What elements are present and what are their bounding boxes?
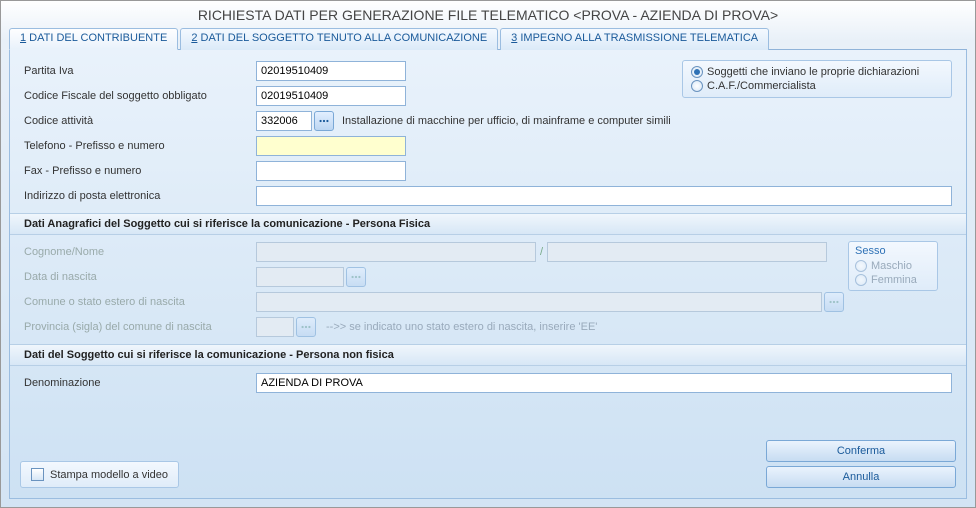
checkbox-icon xyxy=(31,468,44,481)
tab-label: IMPEGNO ALLA TRASMISSIONE TELEMATICA xyxy=(517,32,758,44)
codice-fiscale-label: Codice Fiscale del soggetto obbligato xyxy=(24,90,256,102)
sender-option-caf[interactable]: C.A.F./Commercialista xyxy=(691,79,943,93)
telefono-input[interactable] xyxy=(256,136,406,156)
tab-content: Soggetti che inviano le proprie dichiara… xyxy=(9,50,967,499)
cognome-input xyxy=(256,242,536,262)
tab-impegno-trasmissione[interactable]: 3 IMPEGNO ALLA TRASMISSIONE TELEMATICA xyxy=(500,28,769,50)
ellipsis-icon xyxy=(350,274,362,280)
radio-icon xyxy=(855,274,867,286)
sender-type-group: Soggetti che inviano le proprie dichiara… xyxy=(682,60,952,98)
comune-nascita-label: Comune o stato estero di nascita xyxy=(24,296,256,308)
lookup-comune-button xyxy=(824,292,844,312)
telefono-label: Telefono - Prefisso e numero xyxy=(24,140,256,152)
confirm-button[interactable]: Conferma xyxy=(766,440,956,462)
sesso-maschio[interactable]: Maschio xyxy=(855,259,931,273)
bottom-bar: Stampa modello a video Conferma Annulla xyxy=(20,440,956,488)
sesso-title: Sesso xyxy=(855,245,931,257)
radio-label: Soggetti che inviano le proprie dichiara… xyxy=(707,66,919,78)
email-input[interactable] xyxy=(256,186,952,206)
radio-icon xyxy=(855,260,867,272)
codice-attivita-input[interactable] xyxy=(256,111,312,131)
comune-nascita-input xyxy=(256,292,822,312)
date-picker-button xyxy=(346,267,366,287)
tab-bar: 1 DATI DEL CONTRIBUENTE 2 DATI DEL SOGGE… xyxy=(9,27,967,50)
sesso-group: Sesso Maschio Femmina xyxy=(848,241,938,291)
radio-label: C.A.F./Commercialista xyxy=(707,80,816,92)
ellipsis-icon xyxy=(828,299,840,305)
window-title: RICHIESTA DATI PER GENERAZIONE FILE TELE… xyxy=(1,1,975,27)
cognome-label: Cognome/Nome xyxy=(24,246,256,258)
dialog-window: RICHIESTA DATI PER GENERAZIONE FILE TELE… xyxy=(0,0,976,508)
provincia-hint: -->> se indicato uno stato estero di nas… xyxy=(326,321,597,333)
fax-label: Fax - Prefisso e numero xyxy=(24,165,256,177)
codice-fiscale-input[interactable] xyxy=(256,86,406,106)
partita-iva-label: Partita Iva xyxy=(24,65,256,77)
denominazione-label: Denominazione xyxy=(24,377,256,389)
section-header-persona-non-fisica: Dati del Soggetto cui si riferisce la co… xyxy=(10,344,966,366)
radio-icon xyxy=(691,80,703,92)
data-nascita-label: Data di nascita xyxy=(24,271,256,283)
lookup-attivita-button[interactable] xyxy=(314,111,334,131)
codice-attivita-label: Codice attività xyxy=(24,115,256,127)
radio-label: Maschio xyxy=(871,260,912,272)
email-label: Indirizzo di posta elettronica xyxy=(24,190,256,202)
lookup-provincia-button xyxy=(296,317,316,337)
radio-icon xyxy=(691,66,703,78)
tab-soggetto-comunicazione[interactable]: 2 DATI DEL SOGGETTO TENUTO ALLA COMUNICA… xyxy=(180,28,498,50)
denominazione-input[interactable] xyxy=(256,373,952,393)
sender-option-self[interactable]: Soggetti che inviano le proprie dichiara… xyxy=(691,65,943,79)
data-nascita-input xyxy=(256,267,344,287)
stampa-modello-checkbox[interactable]: Stampa modello a video xyxy=(20,461,179,488)
tab-label: DATI DEL SOGGETTO TENUTO ALLA COMUNICAZI… xyxy=(197,32,487,44)
section-header-persona-fisica: Dati Anagrafici del Soggetto cui si rife… xyxy=(10,213,966,235)
tab-contribuente[interactable]: 1 DATI DEL CONTRIBUENTE xyxy=(9,28,178,50)
checkbox-label: Stampa modello a video xyxy=(50,469,168,481)
attivita-description: Installazione di macchine per ufficio, d… xyxy=(342,115,671,127)
ellipsis-icon xyxy=(300,324,312,330)
cancel-button[interactable]: Annulla xyxy=(766,466,956,488)
tab-label: DATI DEL CONTRIBUENTE xyxy=(26,32,167,44)
provincia-input xyxy=(256,317,294,337)
provincia-label: Provincia (sigla) del comune di nascita xyxy=(24,321,256,333)
nome-input xyxy=(547,242,827,262)
fax-input[interactable] xyxy=(256,161,406,181)
radio-label: Femmina xyxy=(871,274,917,286)
ellipsis-icon xyxy=(318,118,330,124)
sesso-femmina[interactable]: Femmina xyxy=(855,273,931,287)
partita-iva-input[interactable] xyxy=(256,61,406,81)
slash-separator: / xyxy=(540,246,543,258)
